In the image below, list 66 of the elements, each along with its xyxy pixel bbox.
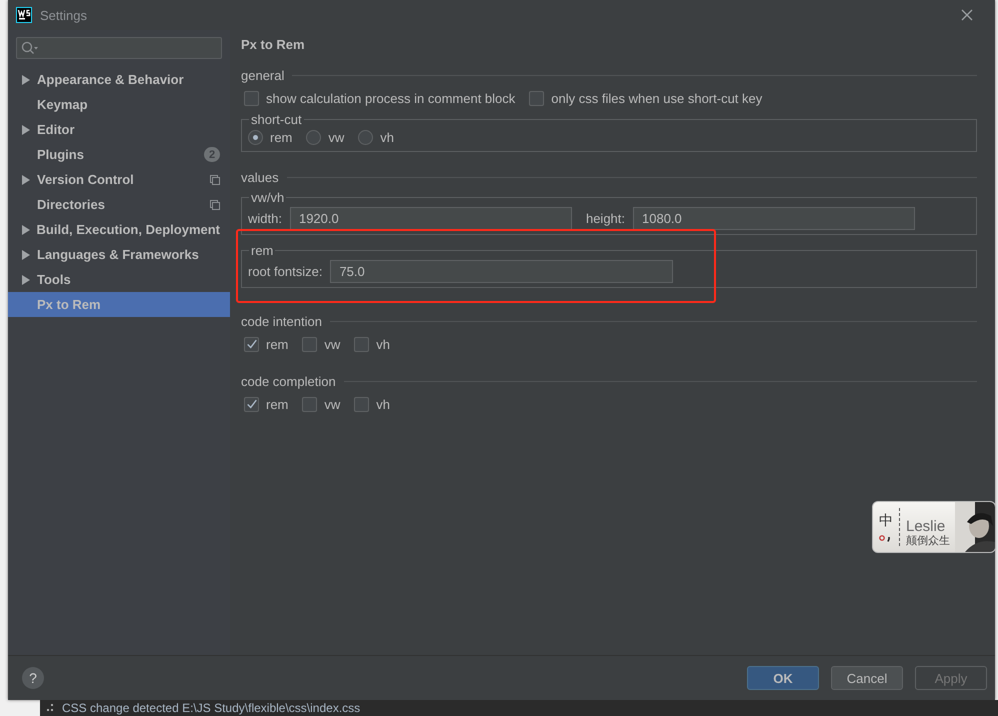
sidebar-item[interactable]: Keymap <box>8 92 230 117</box>
sidebar-item[interactable]: Version Control <box>8 167 230 192</box>
checkbox[interactable] <box>244 336 259 352</box>
checkbox-label: rem <box>266 396 288 412</box>
field-label: width: <box>248 211 282 226</box>
group-title: short-cut <box>250 112 303 127</box>
sidebar-item[interactable]: Editor <box>8 117 230 142</box>
skin-motto: 颠倒众生 <box>906 535 950 548</box>
copy-icon <box>210 174 220 184</box>
group-title: rem <box>250 243 274 258</box>
sidebar-item[interactable]: Appearance & Behavior <box>8 67 230 92</box>
section-heading: general <box>241 68 284 82</box>
ok-button[interactable]: OK <box>747 666 819 690</box>
field-label: root fontsize: <box>248 264 322 279</box>
checkbox[interactable] <box>302 336 318 352</box>
search-field[interactable] <box>16 37 222 59</box>
checkbox[interactable] <box>302 396 318 412</box>
expand-arrow-icon <box>22 124 30 134</box>
input-mode-text: 中 <box>879 512 893 530</box>
expand-arrow-icon <box>22 274 30 284</box>
sidebar-item[interactable]: Tools <box>8 267 230 292</box>
page-title: Px to Rem <box>241 37 306 52</box>
punctuation-icon <box>879 534 893 542</box>
section-heading: values <box>241 170 279 184</box>
input-field[interactable]: 1080.0 <box>633 207 916 230</box>
dialog-button[interactable]: Cancel <box>831 666 903 690</box>
field-label: height: <box>586 211 626 226</box>
expand-arrow-icon <box>22 224 30 234</box>
search-icon <box>21 41 39 55</box>
radio-label: vh <box>380 130 394 144</box>
app-logo-icon <box>16 7 32 23</box>
input-field[interactable]: 1920.0 <box>290 207 572 230</box>
checkbox-label: vw <box>324 396 340 412</box>
radio-label: rem <box>270 130 292 144</box>
input-field[interactable]: 75.0 <box>330 260 674 283</box>
radio-button[interactable] <box>248 130 263 144</box>
radio-label: vw <box>328 130 344 144</box>
group-title: vw/vh <box>250 190 286 205</box>
status-icon <box>46 704 54 712</box>
sidebar-item[interactable]: Languages & Frameworks <box>8 242 230 267</box>
checkbox-label: vh <box>376 336 390 352</box>
expand-arrow-icon <box>22 250 30 260</box>
skin-name: Leslie <box>906 519 946 535</box>
help-button[interactable]: ? <box>22 667 44 689</box>
window-title: Settings <box>40 8 87 22</box>
checkbox-label: rem <box>266 336 288 352</box>
status-message: CSS change detected E:\JS Study\flexible\css\index.css <box>62 701 360 715</box>
close-icon[interactable] <box>961 9 973 21</box>
expand-arrow-icon <box>22 74 30 84</box>
checkbox[interactable] <box>244 396 259 412</box>
checkbox[interactable] <box>244 90 259 106</box>
sidebar-item[interactable]: Directories <box>8 192 230 217</box>
radio-button[interactable] <box>306 130 322 144</box>
sidebar-item[interactable]: Build, Execution, Deployment <box>8 217 230 242</box>
checkbox-label: vh <box>376 396 390 412</box>
copy-icon <box>210 200 220 210</box>
checkbox[interactable] <box>529 90 544 106</box>
checkbox-label: vw <box>324 336 340 352</box>
section-heading: code completion <box>241 374 336 388</box>
section-heading: code intention <box>241 314 322 328</box>
checkbox[interactable] <box>354 336 370 352</box>
radio-button[interactable] <box>358 130 374 144</box>
expand-arrow-icon <box>22 174 30 184</box>
checkbox-label: show calculation process in comment block <box>266 90 516 106</box>
checkbox[interactable] <box>354 396 370 412</box>
checkbox-label: only css files when use short-cut key <box>551 90 762 106</box>
